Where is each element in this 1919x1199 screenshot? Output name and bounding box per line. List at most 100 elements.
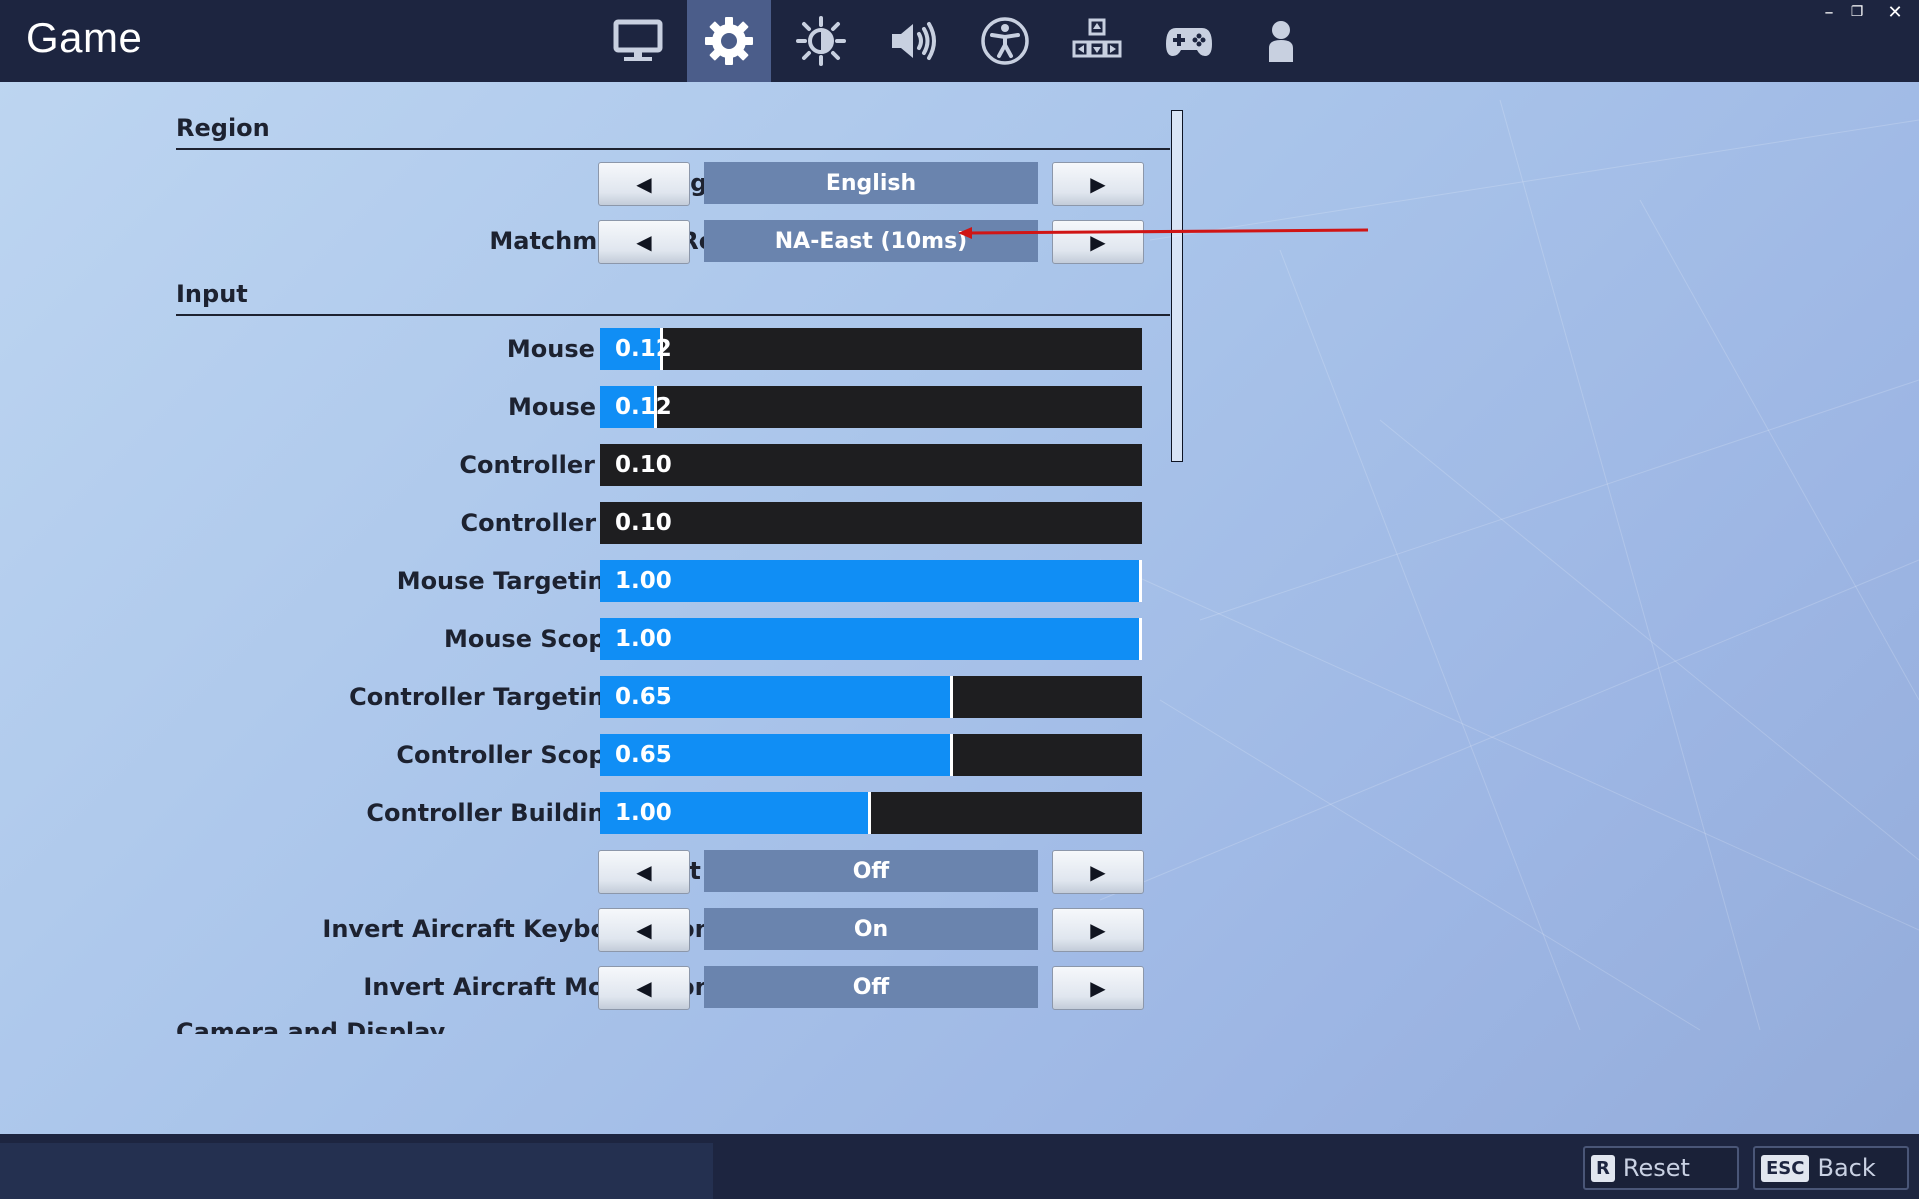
previous-option-button[interactable]: ◀ bbox=[598, 908, 690, 952]
slider-handle[interactable] bbox=[1139, 618, 1142, 660]
slider-handle[interactable] bbox=[950, 676, 953, 718]
slider-value: 0.12 bbox=[615, 394, 672, 420]
tab-game[interactable] bbox=[687, 0, 771, 82]
slider-value: 0.12 bbox=[615, 336, 672, 362]
arrow-left-icon: ◀ bbox=[636, 918, 652, 942]
slider-value: 0.10 bbox=[615, 510, 672, 536]
section-region-header: Region bbox=[176, 108, 1170, 150]
next-option-button[interactable]: ▶ bbox=[1052, 908, 1144, 952]
setting-row-mouse-targeting-sensitivity: Mouse Targeting Sensitivity 1.00 bbox=[176, 556, 1176, 606]
setting-value: Off bbox=[704, 966, 1038, 1008]
restore-button[interactable]: ❐ bbox=[1846, 4, 1868, 20]
sensitivity-slider[interactable]: 0.65 bbox=[600, 676, 1142, 718]
speaker-icon bbox=[892, 22, 936, 60]
monitor-icon bbox=[613, 19, 663, 61]
setting-value: English bbox=[704, 162, 1038, 204]
setting-row-invert-aircraft-keyboard-controls: Invert Aircraft Keyboard Controls ◀ On ▶ bbox=[176, 904, 1176, 954]
previous-option-button[interactable]: ◀ bbox=[598, 966, 690, 1010]
section-camera-header: Camera and Display bbox=[176, 1018, 776, 1034]
slider-value: 0.10 bbox=[615, 452, 672, 478]
tab-brightness[interactable] bbox=[779, 0, 863, 82]
sensitivity-slider[interactable]: 0.10 bbox=[600, 502, 1142, 544]
accessibility-icon bbox=[981, 17, 1029, 65]
setting-row-invert-view: Invert View ◀ Off ▶ bbox=[176, 846, 1176, 896]
back-label: Back bbox=[1817, 1154, 1876, 1182]
arrow-right-icon: ▶ bbox=[1090, 230, 1106, 254]
slider-value: 0.65 bbox=[615, 684, 672, 710]
page-title: Game bbox=[26, 14, 143, 61]
bottom-left-panel bbox=[0, 1143, 713, 1199]
arrow-right-icon: ▶ bbox=[1090, 860, 1106, 884]
setting-row-mouse-sensitivity-y: Mouse Sensitivity Y0.12 bbox=[176, 382, 1176, 432]
setting-row-matchmaking-region: Matchmaking Region◀NA-East (10ms)▶ bbox=[176, 216, 1176, 266]
setting-row-controller-building-sensitivity: Controller Building Sensitivity 1.00 bbox=[176, 788, 1176, 838]
setting-value: Off bbox=[704, 850, 1038, 892]
reset-label: Reset bbox=[1622, 1154, 1690, 1182]
slider-fill bbox=[600, 618, 1142, 660]
sensitivity-slider[interactable]: 0.12 bbox=[600, 386, 1142, 428]
next-option-button[interactable]: ▶ bbox=[1052, 162, 1144, 206]
tab-input[interactable] bbox=[1055, 0, 1139, 82]
setting-row-mouse-scope-sensitivity: Mouse Scope Sensitivity1.00 bbox=[176, 614, 1176, 664]
top-bar: Game – ❐ ✕ bbox=[0, 0, 1919, 82]
slider-value: 1.00 bbox=[615, 626, 672, 652]
slider-value: 0.65 bbox=[615, 742, 672, 768]
sensitivity-slider[interactable]: 1.00 bbox=[600, 618, 1142, 660]
next-option-button[interactable]: ▶ bbox=[1052, 966, 1144, 1010]
slider-value: 1.00 bbox=[615, 568, 672, 594]
slider-handle[interactable] bbox=[868, 792, 871, 834]
arrow-right-icon: ▶ bbox=[1090, 976, 1106, 1000]
section-title: Input bbox=[176, 280, 248, 308]
gear-icon bbox=[705, 17, 753, 65]
previous-option-button[interactable]: ◀ bbox=[598, 220, 690, 264]
setting-row-mouse-sensitivity-x: Mouse Sensitivity X0.12 bbox=[176, 324, 1176, 374]
next-option-button[interactable]: ▶ bbox=[1052, 850, 1144, 894]
sensitivity-slider[interactable]: 1.00 bbox=[600, 560, 1142, 602]
arrow-left-icon: ◀ bbox=[636, 860, 652, 884]
setting-row-controller-targeting-sensitivity: Controller Targeting Sensitivity 0.65 bbox=[176, 672, 1176, 722]
close-button[interactable]: ✕ bbox=[1884, 2, 1906, 23]
tab-accessibility[interactable] bbox=[963, 0, 1047, 82]
arrow-left-icon: ◀ bbox=[636, 172, 652, 196]
setting-value: NA-East (10ms) bbox=[704, 220, 1038, 262]
settings-panel: RegionLanguage◀English▶Matchmaking Regio… bbox=[0, 82, 1919, 1034]
section-title: Region bbox=[176, 114, 270, 142]
reset-key-hint: R bbox=[1591, 1154, 1615, 1182]
gamepad-icon bbox=[1166, 28, 1212, 56]
next-option-button[interactable]: ▶ bbox=[1052, 220, 1144, 264]
back-button[interactable]: ESC Back bbox=[1753, 1146, 1909, 1190]
setting-row-controller-sensitivity-x: Controller Sensitivity X0.10 bbox=[176, 440, 1176, 490]
back-key-hint: ESC bbox=[1761, 1154, 1810, 1182]
reset-button[interactable]: R Reset bbox=[1583, 1146, 1739, 1190]
setting-row-invert-aircraft-mouse-controls: Invert Aircraft Mouse Controls ◀ Off ▶ bbox=[176, 962, 1176, 1012]
previous-option-button[interactable]: ◀ bbox=[598, 850, 690, 894]
tab-account[interactable] bbox=[1239, 0, 1323, 82]
tab-video[interactable] bbox=[596, 0, 680, 82]
setting-row-controller-scope-sensitivity: Controller Scope Sensitivity 0.65 bbox=[176, 730, 1176, 780]
slider-fill bbox=[600, 560, 1142, 602]
sensitivity-slider[interactable]: 1.00 bbox=[600, 792, 1142, 834]
setting-row-controller-sensitivity-y: Controller Sensitivity Y0.10 bbox=[176, 498, 1176, 548]
input-keys-icon bbox=[1072, 18, 1122, 58]
brightness-icon bbox=[796, 16, 846, 66]
arrow-left-icon: ◀ bbox=[636, 976, 652, 1000]
arrow-right-icon: ▶ bbox=[1090, 918, 1106, 942]
previous-option-button[interactable]: ◀ bbox=[598, 162, 690, 206]
account-icon bbox=[1269, 21, 1293, 62]
section-input-header: Input bbox=[176, 274, 1170, 316]
slider-handle[interactable] bbox=[1139, 560, 1142, 602]
sensitivity-slider[interactable]: 0.12 bbox=[600, 328, 1142, 370]
setting-value: On bbox=[704, 908, 1038, 950]
tab-controller[interactable] bbox=[1147, 0, 1231, 82]
sensitivity-slider[interactable]: 0.10 bbox=[600, 444, 1142, 486]
setting-row-language: Language◀English▶ bbox=[176, 158, 1176, 208]
section-title: Camera and Display bbox=[176, 1018, 446, 1034]
slider-value: 1.00 bbox=[615, 800, 672, 826]
arrow-left-icon: ◀ bbox=[636, 230, 652, 254]
minimize-button[interactable]: – bbox=[1818, 2, 1840, 23]
tab-audio[interactable] bbox=[871, 0, 955, 82]
arrow-right-icon: ▶ bbox=[1090, 172, 1106, 196]
slider-handle[interactable] bbox=[950, 734, 953, 776]
bottom-bar: R Reset ESC Back bbox=[0, 1134, 1919, 1199]
sensitivity-slider[interactable]: 0.65 bbox=[600, 734, 1142, 776]
